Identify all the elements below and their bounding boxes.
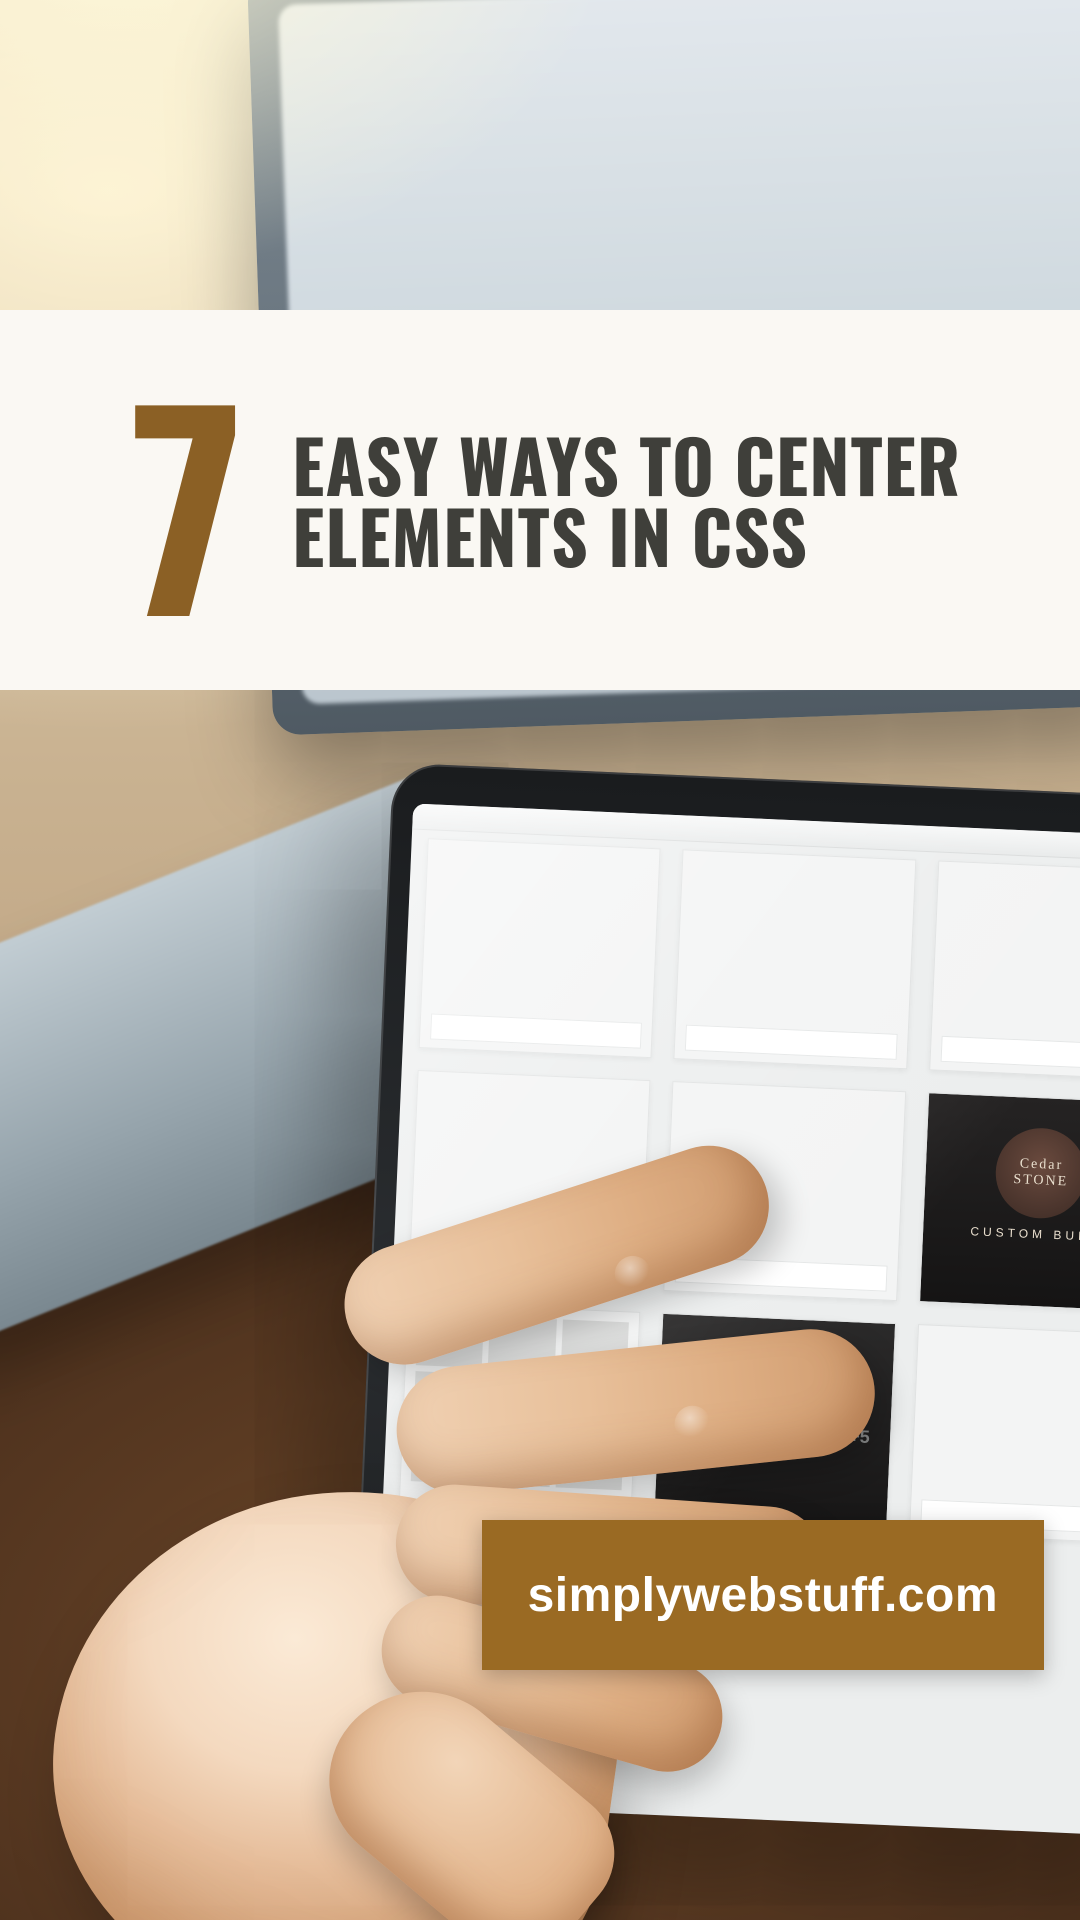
title-band: 7 EASY WAYS TO CENTER ELEMENTS IN CSS bbox=[0, 310, 1080, 690]
site-link[interactable]: simplywebstuff.com bbox=[482, 1520, 1044, 1670]
grid-tile bbox=[929, 860, 1080, 1080]
tablet-grid: Cedar STONE CUSTOM BUILT Cedar +5 bbox=[386, 838, 1080, 1836]
brand-subtext: CUSTOM BUILT bbox=[923, 1222, 1080, 1246]
promo-card: Cedar STONE CUSTOM BUILT Cedar +5 bbox=[0, 0, 1080, 1920]
brand-badge-bottom: STONE bbox=[1013, 1172, 1069, 1190]
grid-tile bbox=[664, 1081, 906, 1301]
headline: EASY WAYS TO CENTER ELEMENTS IN CSS bbox=[292, 429, 961, 570]
grid-tile bbox=[909, 1324, 1080, 1544]
tablet-screen: Cedar STONE CUSTOM BUILT Cedar +5 bbox=[370, 804, 1080, 1837]
tablet-illustration: Cedar STONE CUSTOM BUILT Cedar +5 bbox=[348, 763, 1080, 1838]
grid-tile bbox=[674, 849, 916, 1069]
grid-tile-mosaic bbox=[398, 1302, 640, 1522]
plus-count: +5 bbox=[849, 1426, 870, 1448]
grid-tile-brand: Cedar STONE CUSTOM BUILT bbox=[919, 1092, 1080, 1312]
grid-tile-dark: Cedar +5 bbox=[653, 1313, 895, 1533]
grid-tile bbox=[409, 1070, 651, 1290]
grid-tile bbox=[419, 838, 661, 1058]
big-number: 7 bbox=[130, 370, 238, 630]
site-label: simplywebstuff.com bbox=[528, 1568, 998, 1623]
